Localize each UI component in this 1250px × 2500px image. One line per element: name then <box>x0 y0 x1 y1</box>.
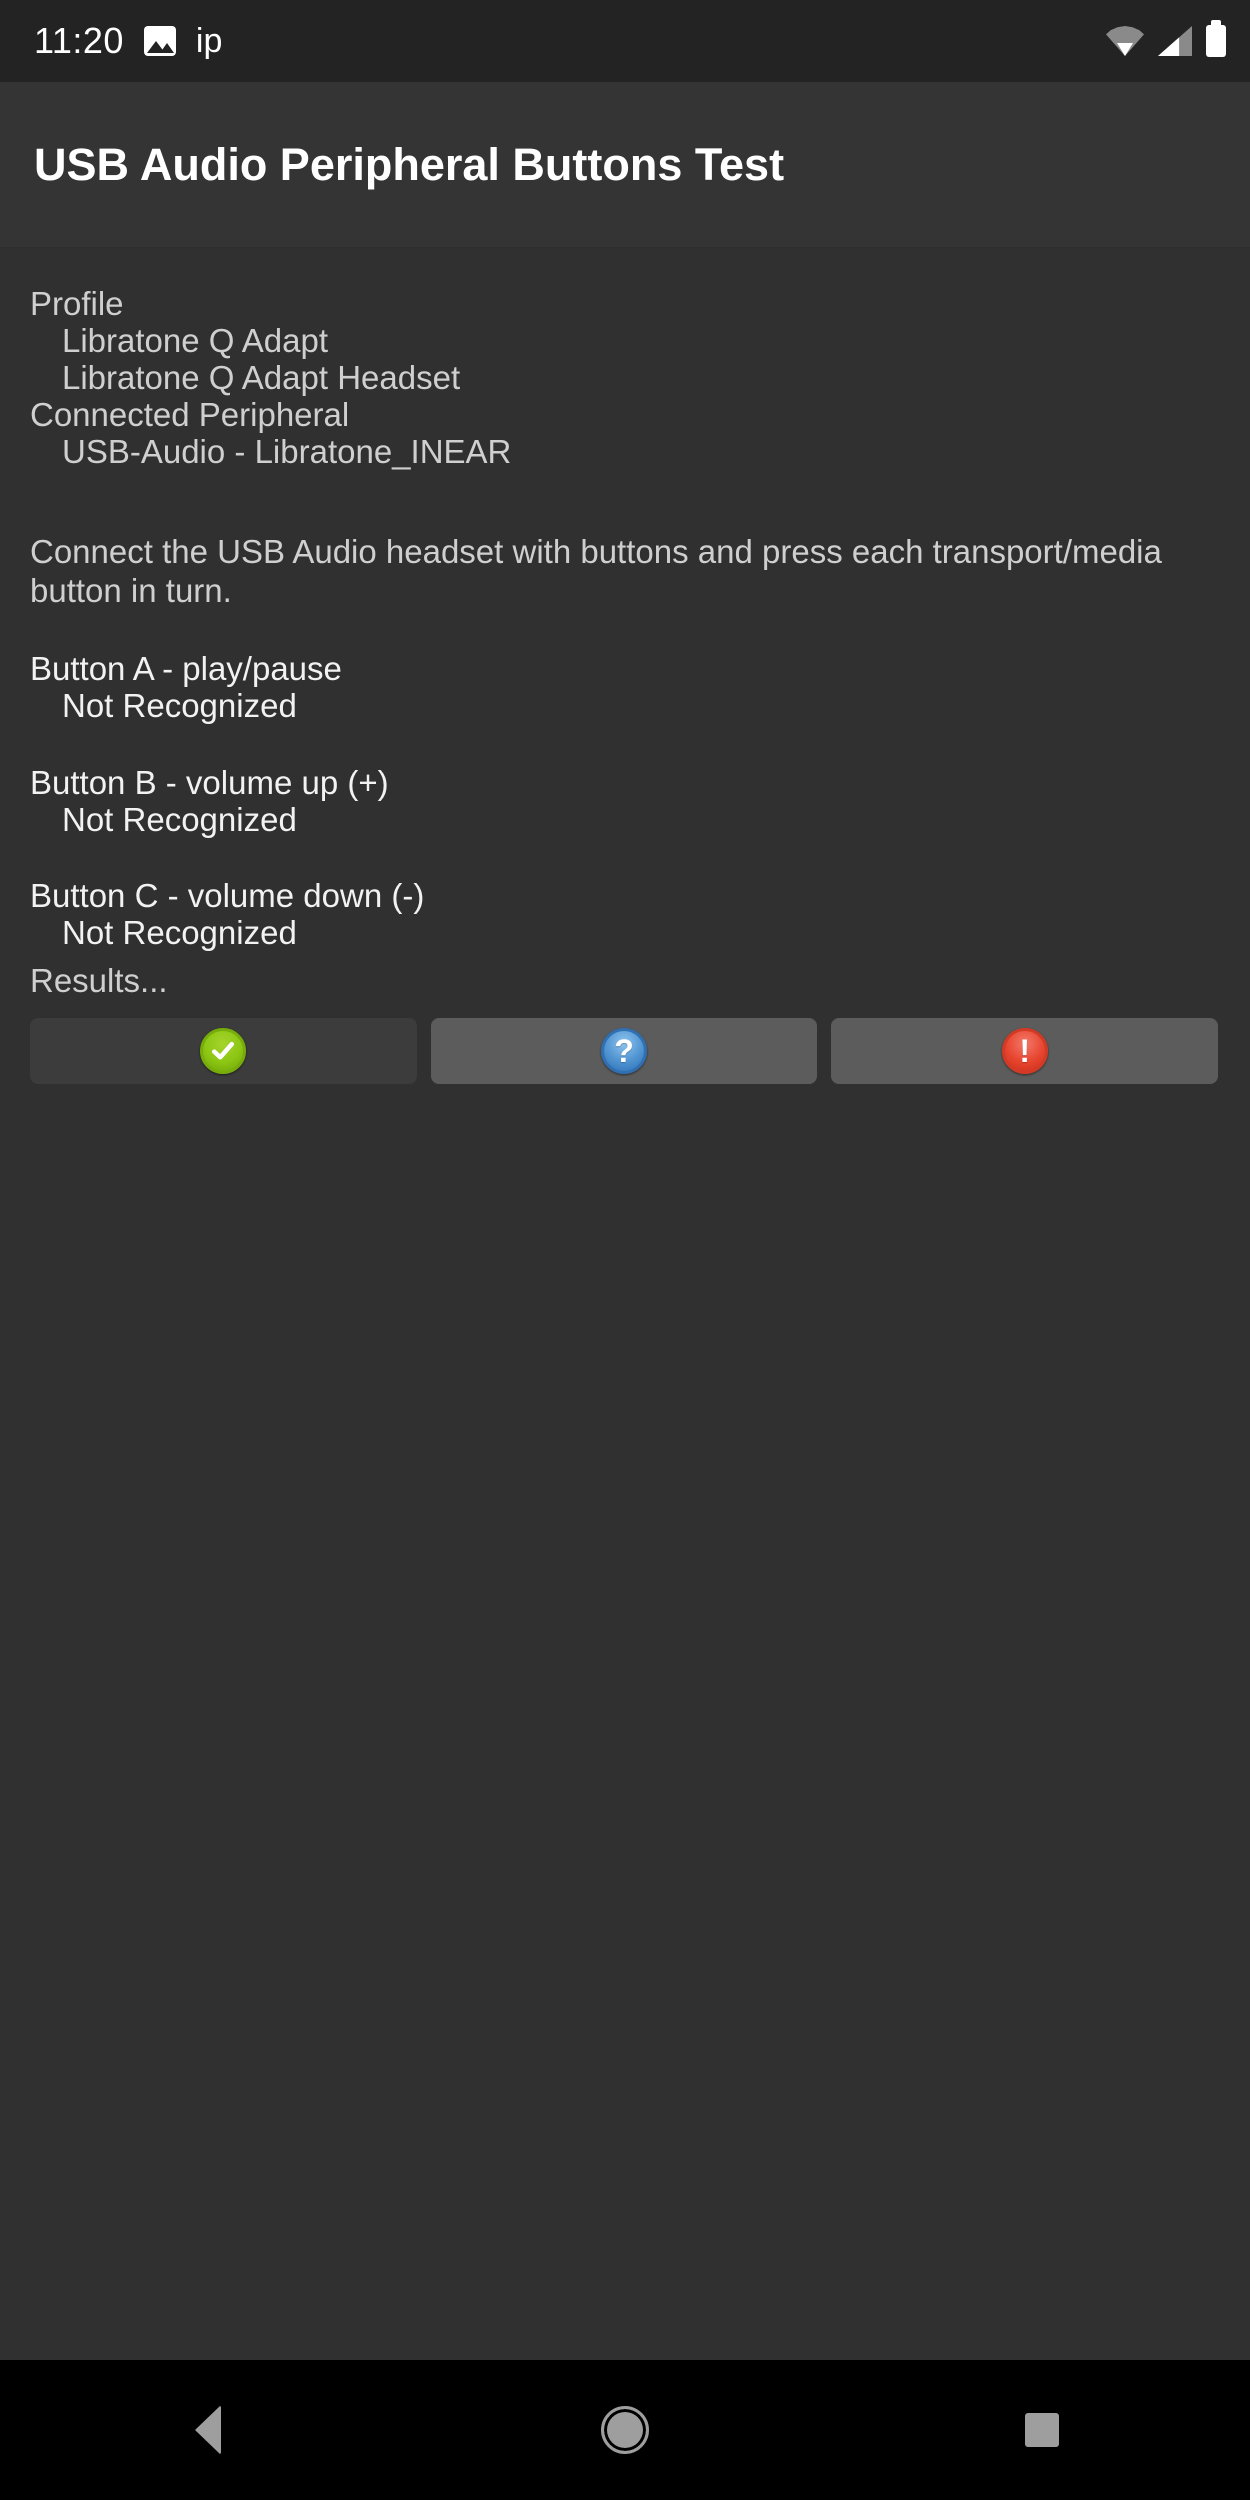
ip-notification-label: ip <box>195 22 223 60</box>
signal-icon <box>1158 26 1192 56</box>
result-buttons-row: ? ! <box>30 1018 1220 1085</box>
question-mark-glyph: ? <box>614 1033 634 1070</box>
button-b-label: Button B - volume up (+) <box>30 763 389 801</box>
page-title: USB Audio Peripheral Buttons Test <box>34 138 785 190</box>
status-bar-left: 11:20 ip <box>34 23 1106 59</box>
button-c-label: Button C - volume down (-) <box>30 877 425 915</box>
status-bar-right <box>1106 20 1226 57</box>
android-screen: 11:20 ip USB Audio Peripheral Buttons Te… <box>0 0 1250 2500</box>
wifi-icon <box>1106 26 1144 56</box>
app-header: USB Audio Peripheral Buttons Test <box>0 82 1250 248</box>
back-button[interactable] <box>108 2360 308 2500</box>
connected-peripheral-label: Connected Peripheral <box>30 395 350 433</box>
results-label: Results... <box>30 962 168 1000</box>
home-circle-icon <box>600 2406 649 2454</box>
profile-name: Libratone Q Adapt <box>62 321 329 359</box>
connected-peripheral-device: USB-Audio - Libratone_INEAR <box>62 432 512 470</box>
profile-variant: Libratone Q Adapt Headset <box>62 358 461 396</box>
button-c-status: Not Recognized <box>62 914 297 952</box>
profile-label: Profile <box>30 285 124 322</box>
info-button[interactable]: ? <box>430 1018 818 1085</box>
exclamation-circle-icon: ! <box>1001 1028 1048 1075</box>
status-bar: 11:20 ip <box>0 0 1250 82</box>
pass-button[interactable] <box>30 1018 417 1085</box>
recents-square-icon <box>1024 2413 1059 2447</box>
recents-button[interactable] <box>942 2360 1142 2500</box>
main-content: Profile Libratone Q Adapt Libratone Q Ad… <box>0 248 1250 2360</box>
navigation-bar <box>0 2360 1250 2500</box>
check-circle-icon <box>200 1028 247 1075</box>
button-b-status: Not Recognized <box>62 800 297 838</box>
image-icon <box>143 26 176 56</box>
home-button[interactable] <box>525 2360 725 2500</box>
status-clock: 11:20 <box>34 20 124 61</box>
exclamation-mark-glyph: ! <box>1019 1033 1030 1070</box>
fail-button[interactable]: ! <box>831 1018 1219 1085</box>
battery-icon <box>1206 20 1226 57</box>
question-circle-icon: ? <box>601 1028 647 1075</box>
button-a-label: Button A - play/pause <box>30 649 342 687</box>
back-triangle-icon <box>195 2405 222 2455</box>
instructions-text: Connect the USB Audio headset with butto… <box>30 532 1162 609</box>
button-a-status: Not Recognized <box>62 686 297 724</box>
